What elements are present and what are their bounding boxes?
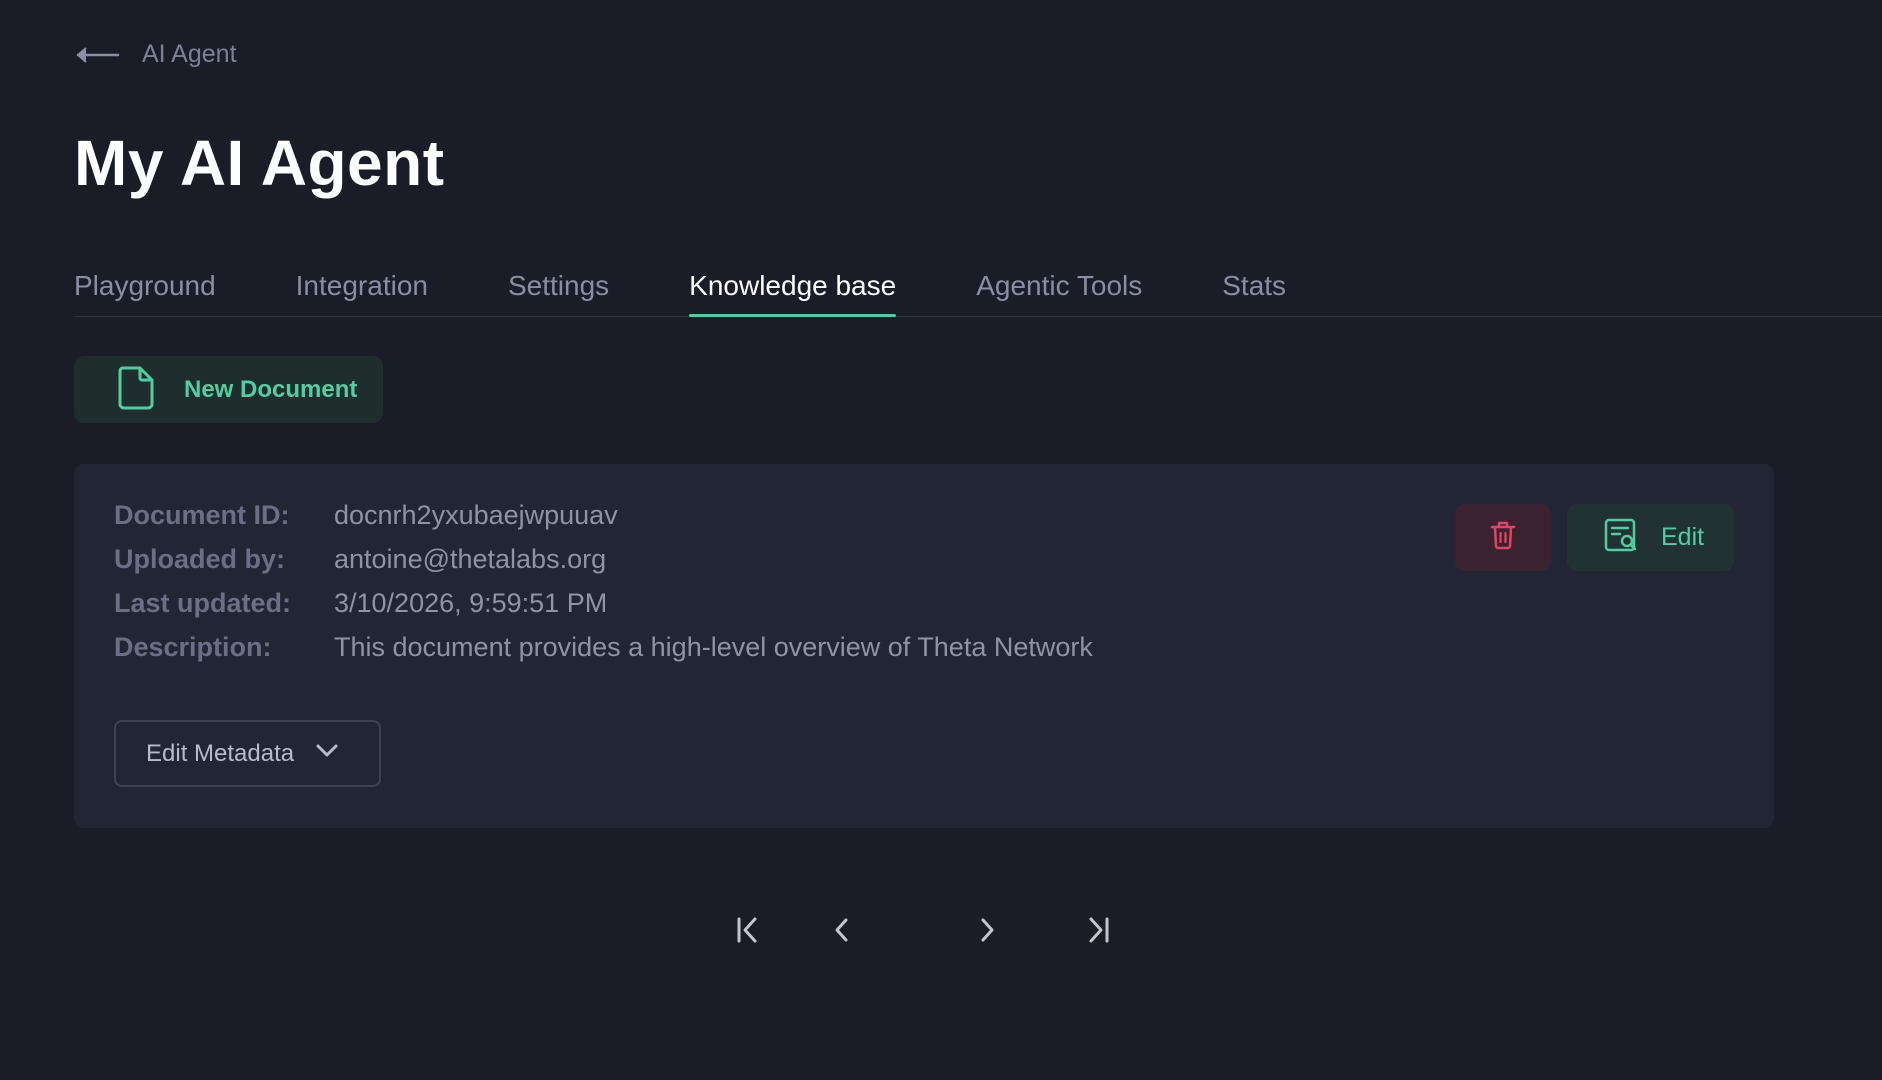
edit-document-button[interactable]: Edit bbox=[1567, 504, 1734, 571]
chevron-left-icon bbox=[832, 916, 850, 949]
uploaded-by-value: antoine@thetalabs.org bbox=[334, 544, 607, 574]
tab-bar: Playground Integration Settings Knowledg… bbox=[74, 266, 1882, 317]
tab-knowledge-base[interactable]: Knowledge base bbox=[689, 266, 897, 317]
document-icon bbox=[116, 364, 156, 415]
uploaded-by-label: Uploaded by: bbox=[114, 544, 286, 574]
chevron-right-icon bbox=[979, 916, 997, 949]
tab-agentic-tools[interactable]: Agentic Tools bbox=[976, 266, 1142, 316]
last-page-button[interactable] bbox=[1080, 914, 1116, 950]
edit-label: Edit bbox=[1661, 523, 1705, 551]
document-search-icon bbox=[1603, 517, 1639, 558]
chevron-down-icon bbox=[316, 744, 338, 763]
tab-settings[interactable]: Settings bbox=[508, 266, 609, 316]
edit-metadata-label: Edit Metadata bbox=[146, 739, 295, 767]
knowledge-base-page: AI Agent My AI Agent Playground Integrat… bbox=[0, 0, 1882, 1080]
edit-metadata-dropdown[interactable]: Edit Metadata bbox=[114, 720, 381, 787]
last-page-icon bbox=[1085, 916, 1111, 949]
new-document-button[interactable]: New Document bbox=[74, 356, 383, 423]
description-label: Description: bbox=[114, 632, 272, 662]
tab-integration[interactable]: Integration bbox=[296, 266, 428, 316]
page-title: My AI Agent bbox=[74, 127, 445, 199]
document-metadata: Document ID: docnrh2yxubaejwpuuav Upload… bbox=[114, 500, 1093, 662]
pagination bbox=[0, 914, 1882, 950]
new-document-label: New Document bbox=[184, 375, 358, 403]
last-updated-value: 3/10/2026, 9:59:51 PM bbox=[334, 588, 608, 618]
arrow-left-icon[interactable] bbox=[74, 45, 120, 65]
last-updated-label: Last updated: bbox=[114, 588, 292, 618]
previous-page-button[interactable] bbox=[823, 914, 859, 950]
document-id-value: docnrh2yxubaejwpuuav bbox=[334, 500, 618, 530]
breadcrumb-label[interactable]: AI Agent bbox=[142, 40, 237, 69]
trash-icon bbox=[1490, 520, 1516, 555]
description-value: This document provides a high-level over… bbox=[334, 632, 1093, 662]
breadcrumb[interactable]: AI Agent bbox=[74, 40, 237, 69]
document-card: Document ID: docnrh2yxubaejwpuuav Upload… bbox=[74, 464, 1774, 828]
delete-document-button[interactable] bbox=[1455, 504, 1551, 571]
first-page-icon bbox=[735, 916, 761, 949]
next-page-button[interactable] bbox=[970, 914, 1006, 950]
tab-playground[interactable]: Playground bbox=[74, 266, 216, 316]
document-id-label: Document ID: bbox=[114, 500, 290, 530]
first-page-button[interactable] bbox=[730, 914, 766, 950]
tab-stats[interactable]: Stats bbox=[1222, 266, 1286, 316]
